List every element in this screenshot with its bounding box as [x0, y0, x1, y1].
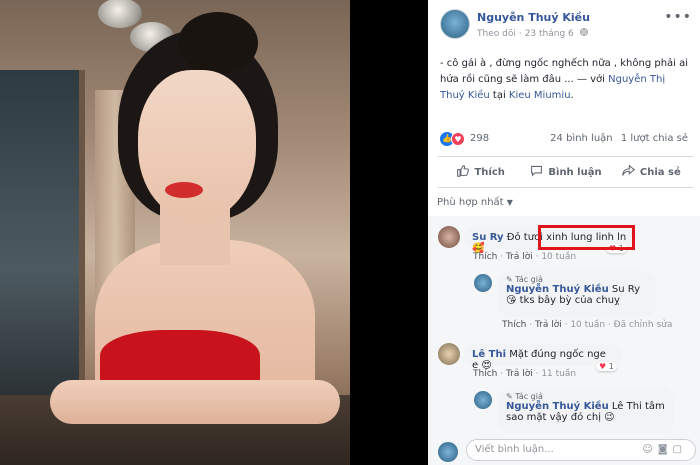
avatar[interactable] — [438, 343, 460, 365]
comment-placeholder: Viết bình luận... — [475, 444, 554, 455]
like-button[interactable]: Thích — [438, 157, 523, 187]
share-button[interactable]: Chia sẻ — [609, 157, 694, 187]
post-stats: 👍 ♥ 298 24 bình luận 1 lượt chia sẻ — [440, 132, 694, 148]
edited-label[interactable]: Đã chỉnh sửa — [614, 320, 673, 330]
like-label: Thích — [474, 166, 505, 178]
more-options-icon[interactable]: ••• — [664, 9, 692, 25]
share-icon — [622, 164, 635, 180]
photo-lips — [165, 182, 203, 198]
mic-icon: ✎ — [506, 392, 513, 401]
comment-time[interactable]: 11 tuần — [541, 369, 576, 379]
comment-bubble: ✎ Tác giả Nguyễn Thuý Kiều Su Ry 😘 tks b… — [498, 271, 656, 317]
comment-label: Bình luận — [548, 166, 602, 178]
emoji-camera-gif-icons[interactable]: ☺◙▢ — [642, 444, 687, 455]
author-tag: ✎ Tác giả — [506, 275, 543, 284]
lightbox: Nguyễn Thuý Kiều Theo dõi · 23 tháng 6 •••… — [0, 0, 700, 465]
avatar[interactable] — [474, 391, 492, 409]
comment-time[interactable]: 10 tuần — [570, 320, 605, 330]
comment-time[interactable]: 10 tuần — [541, 252, 576, 262]
photo-face — [138, 70, 256, 220]
reaction-count: 1 — [608, 362, 614, 371]
globe-icon — [579, 28, 588, 39]
love-reaction-badge[interactable]: ♥ 1 — [596, 362, 617, 371]
comments-section: Su Ry Đỏ tươi xinh lung linh ln🥰 ♥ 1 Thí… — [428, 216, 700, 465]
comment-bubble: ✎ Tác giả Nguyễn Thuý Kiều Lê Thi tâm sa… — [498, 388, 674, 434]
photo-hair-bun — [178, 12, 258, 74]
comment-actions: Thích · Trả lời · 10 tuần — [473, 252, 577, 262]
post-meta: Theo dõi · 23 tháng 6 — [477, 28, 588, 39]
comment-reply-link[interactable]: Trả lời — [535, 320, 562, 330]
tagged-place[interactable]: Kieu Miumiu — [509, 90, 571, 101]
post-photo[interactable] — [0, 0, 350, 465]
avatar[interactable] — [438, 226, 460, 248]
comment-count[interactable]: 24 bình luận — [550, 133, 612, 144]
comment-icon — [530, 164, 543, 180]
comment-reply-link[interactable]: Trả lời — [506, 369, 533, 379]
share-label: Chia sẻ — [639, 166, 681, 178]
love-reaction-icon[interactable]: ♥ — [451, 132, 465, 146]
comment-actions: Thích · Trả lời · 10 tuần · Đã chỉnh sửa — [502, 320, 673, 330]
avatar[interactable] — [474, 274, 492, 292]
highlight-box — [538, 225, 635, 250]
author-avatar[interactable] — [440, 9, 470, 39]
share-count[interactable]: 1 lượt chia sẻ — [621, 133, 688, 144]
post-caption: - cô gái à , đừng ngốc nghếch nữa , khôn… — [440, 58, 689, 101]
commenter-name[interactable]: Su Ry — [472, 232, 504, 243]
commenter-name[interactable]: Nguyễn Thuý Kiều — [506, 284, 609, 295]
post-actions: Thích Bình luận Chia sẻ — [438, 156, 694, 188]
mic-icon: ✎ — [506, 275, 513, 284]
commenter-name[interactable]: Lê Thi — [472, 349, 506, 360]
sort-label: Phù hợp nhất — [437, 197, 504, 208]
comment-sort-dropdown[interactable]: Phù hợp nhất ▼ — [437, 197, 513, 208]
chevron-down-icon: ▼ — [506, 198, 513, 207]
follow-link[interactable]: Theo dõi — [477, 29, 516, 39]
photo-lamp — [98, 0, 142, 28]
commenter-name[interactable]: Nguyễn Thuý Kiều — [506, 401, 609, 412]
avatar — [438, 442, 458, 462]
post-date[interactable]: 23 tháng 6 — [525, 29, 574, 39]
post-header: Nguyễn Thuý Kiều Theo dõi · 23 tháng 6 ••• — [428, 0, 700, 48]
comment-actions: Thích · Trả lời · 11 tuần — [473, 369, 577, 379]
reaction-count[interactable]: 298 — [470, 133, 489, 144]
comment-reply-link[interactable]: Trả lời — [506, 252, 533, 262]
comment-button[interactable]: Bình luận — [523, 157, 608, 187]
like-icon — [456, 164, 470, 180]
author-name[interactable]: Nguyễn Thuý Kiều — [477, 11, 590, 24]
photo-arm — [50, 380, 340, 424]
photo-window — [0, 70, 85, 400]
comment-input[interactable]: Viết bình luận... ☺◙▢ — [466, 439, 696, 461]
comment-like-link[interactable]: Thích — [473, 369, 497, 379]
author-tag: ✎ Tác giả — [506, 392, 543, 401]
comment-share-counts: 24 bình luận 1 lượt chia sẻ — [550, 133, 688, 144]
comment-like-link[interactable]: Thích — [502, 320, 526, 330]
comment-like-link[interactable]: Thích — [473, 252, 497, 262]
caption-at: tại — [492, 90, 506, 101]
